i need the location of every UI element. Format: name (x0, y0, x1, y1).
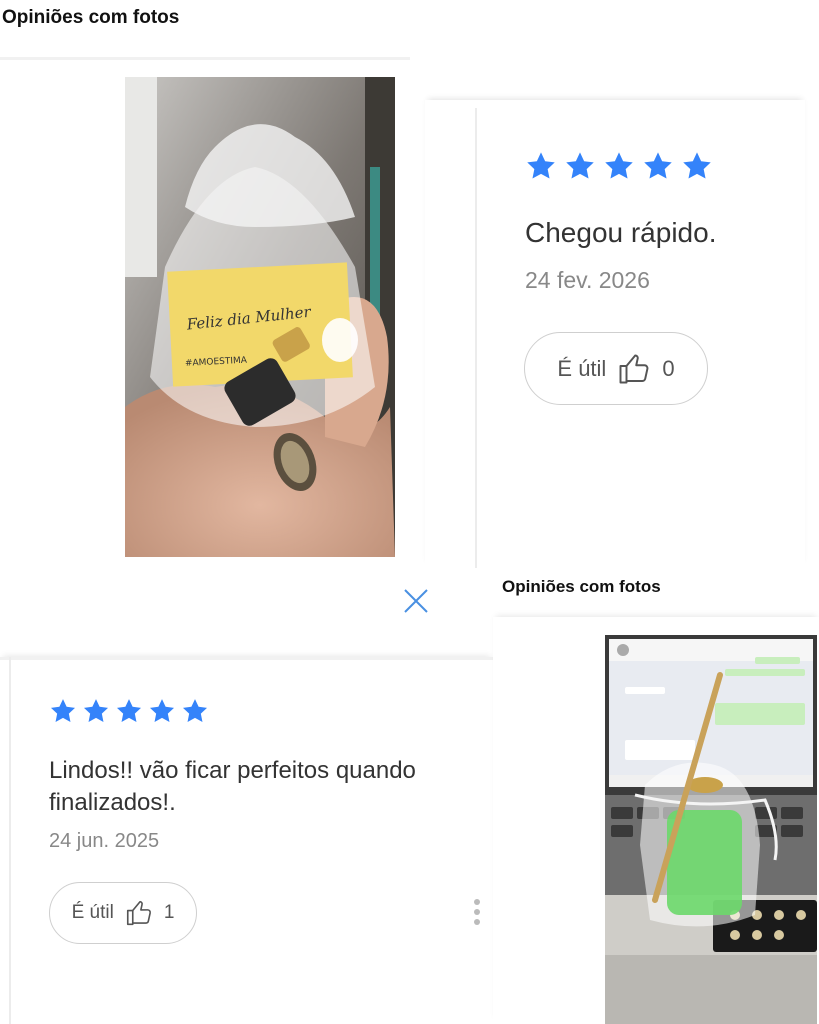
useful-label: É útil (71, 902, 114, 923)
star-icon (182, 699, 208, 722)
star-icon (683, 152, 711, 179)
review-card: Chegou rápido. 24 fev. 2026 É útil 0 (425, 100, 805, 568)
useful-count: 0 (662, 355, 675, 381)
review-card: Lindos!! vão ficar perfeitos quando fina… (0, 657, 493, 1024)
useful-count: 1 (163, 902, 175, 923)
star-icon (50, 699, 76, 722)
star-icon (605, 152, 633, 179)
star-icon (116, 699, 142, 722)
review-photo[interactable] (605, 635, 817, 1024)
useful-label: É útil (557, 355, 607, 381)
star-icon (83, 699, 109, 722)
review-photo-panel: Feliz dia Mulher #AMOESTIMA (0, 57, 410, 577)
star-icon (527, 152, 555, 179)
section-title-secondary: Opiniões com fotos (502, 577, 661, 596)
thumbs-up-icon (619, 354, 649, 383)
useful-button[interactable]: É útil 1 (49, 882, 197, 944)
more-options-icon[interactable] (474, 899, 480, 925)
review-text: Lindos!! vão ficar perfeitos quando fina… (49, 757, 416, 816)
rating-stars (525, 150, 713, 182)
review-photo[interactable]: Feliz dia Mulher #AMOESTIMA (125, 77, 395, 557)
rating-stars (49, 697, 209, 725)
star-icon (149, 699, 175, 722)
review-text: Chegou rápido. (525, 217, 717, 248)
review-date: 24 fev. 2026 (525, 267, 650, 293)
review-photo-panel (493, 617, 819, 1024)
section-title: Opiniões com fotos (2, 7, 180, 28)
thumbs-up-icon (126, 900, 151, 926)
review-date: 24 jun. 2025 (49, 830, 160, 852)
close-icon[interactable] (402, 587, 430, 615)
star-icon (644, 152, 672, 179)
star-icon (566, 152, 594, 179)
useful-button[interactable]: É útil 0 (524, 332, 708, 405)
